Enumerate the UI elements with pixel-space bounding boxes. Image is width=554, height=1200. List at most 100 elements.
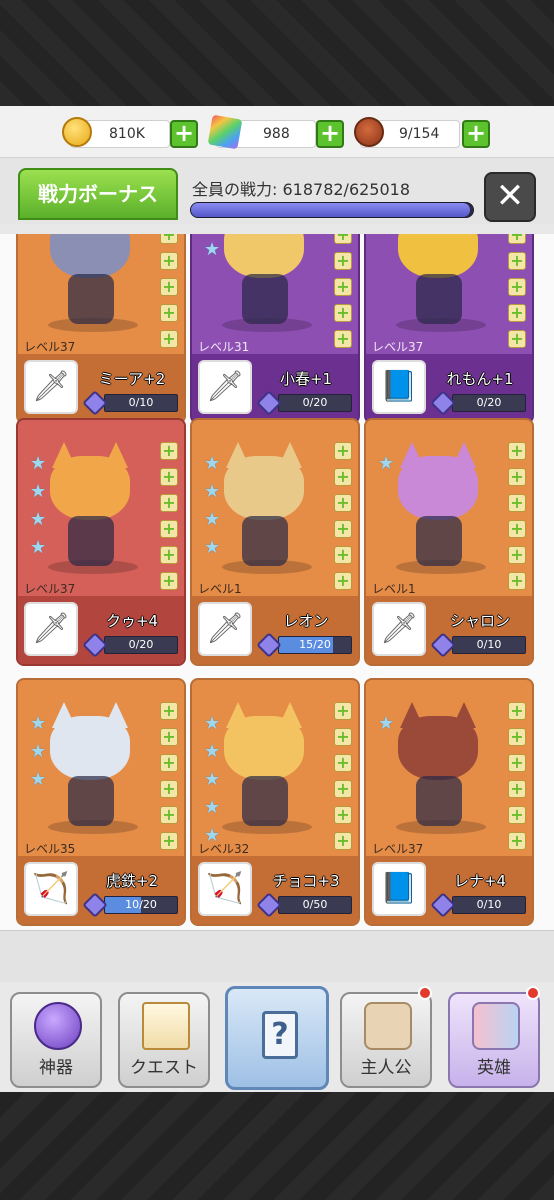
hero-portrait [50,234,130,278]
sword-icon[interactable]: 🗡 [198,360,252,414]
equip-slot-plus-icon[interactable]: + [334,728,352,746]
equip-slot-plus-icon[interactable]: + [508,234,526,244]
equip-slot-plus-icon[interactable]: + [160,234,178,244]
equip-slot-plus-icon[interactable]: + [160,546,178,564]
equip-slot-plus-icon[interactable]: + [508,468,526,486]
hero-level: レベル32 [198,842,250,856]
equip-slots: + + + + + + [334,702,354,858]
shard-progress-text: 10/20 [125,898,157,911]
hero-level: レベル37 [372,340,424,354]
shard-progress-text: 0/50 [302,898,328,911]
hero-card[interactable]: ★ ★ ★ ★ + + + + + + レベル37 🗡 クゥ+4 0/20 [16,418,186,666]
nav-quest-button[interactable]: クエスト [118,992,210,1088]
tab-power-bonus[interactable]: 戦力ボーナス [18,168,178,220]
hero-body [68,776,114,826]
equip-slot-plus-icon[interactable]: + [160,780,178,798]
hero-level: レベル1 [198,582,242,596]
equip-slot-plus-icon[interactable]: + [508,304,526,322]
equip-slot-plus-icon[interactable]: + [508,728,526,746]
equip-slot-plus-icon[interactable]: + [508,754,526,772]
hero-level: レベル37 [372,842,424,856]
equip-slot-plus-icon[interactable]: + [334,234,352,244]
hero-card[interactable]: ★ ★ ★ ★ ★ + + + + + + レベル32 🏹 チョコ+3 0/50 [190,678,360,926]
bow-icon[interactable]: 🏹 [24,862,78,916]
close-button[interactable]: ✕ [484,172,536,222]
equip-slot-plus-icon[interactable]: + [508,520,526,538]
equip-slot-plus-icon[interactable]: + [508,572,526,590]
equip-slot-plus-icon[interactable]: + [334,278,352,296]
equip-slot-plus-icon[interactable]: + [160,806,178,824]
nav-heroes-button[interactable]: 英雄 [448,992,540,1088]
equip-slot-plus-icon[interactable]: + [334,572,352,590]
hero-name: チョコ+3 [272,872,340,890]
star-icon: ★ [204,769,221,790]
hero-portrait [224,234,304,278]
sword-icon[interactable]: 🗡 [372,602,426,656]
equip-slots: + + + + + + [334,442,354,598]
equip-slot-plus-icon[interactable]: + [160,278,178,296]
equip-slot-plus-icon[interactable]: + [508,330,526,348]
equip-slot-plus-icon[interactable]: + [508,494,526,512]
add-food-button[interactable]: + [462,120,490,148]
add-gold-button[interactable]: + [170,120,198,148]
equip-slot-plus-icon[interactable]: + [160,728,178,746]
equip-slots: ++++++ [160,234,180,356]
add-gems-button[interactable]: + [316,120,344,148]
equip-slot-plus-icon[interactable]: + [334,252,352,270]
equip-slot-plus-icon[interactable]: + [508,702,526,720]
equip-slot-plus-icon[interactable]: + [334,546,352,564]
equip-slot-plus-icon[interactable]: + [160,252,178,270]
equip-slot-plus-icon[interactable]: + [160,572,178,590]
hero-card[interactable]: ++++++レベル37🗡ミーア+20/10 [16,234,186,424]
equip-slot-plus-icon[interactable]: + [160,494,178,512]
mystery-box-button[interactable]: ? [225,986,329,1090]
equip-slot-plus-icon[interactable]: + [160,304,178,322]
hero-body [242,274,288,324]
hero-card[interactable]: ★ ★ ★ + + + + + + レベル35 🏹 虎鉄+2 10/20 [16,678,186,926]
equip-slot-plus-icon[interactable]: + [334,520,352,538]
equip-slot-plus-icon[interactable]: + [160,520,178,538]
spellbook-icon[interactable]: 📘 [372,862,426,916]
hero-level: レベル31 [198,340,250,354]
sword-icon[interactable]: 🗡 [198,602,252,656]
equip-slot-plus-icon[interactable]: + [508,442,526,460]
equip-slots: + + + + + + [160,442,180,598]
equip-slot-plus-icon[interactable]: + [160,442,178,460]
equip-slot-plus-icon[interactable]: + [334,330,352,348]
hero-card[interactable]: ★ ★ ★ ★ + + + + + + レベル1 🗡 レオン 15/20 [190,418,360,666]
equip-slot-plus-icon[interactable]: + [160,754,178,772]
equip-slot-plus-icon[interactable]: + [508,832,526,850]
hero-card[interactable]: ★★++++++レベル31🗡小春+10/20 [190,234,360,424]
equip-slot-plus-icon[interactable]: + [160,702,178,720]
equip-slot-plus-icon[interactable]: + [508,780,526,798]
equip-slot-plus-icon[interactable]: + [160,468,178,486]
equip-slot-plus-icon[interactable]: + [160,330,178,348]
equip-slot-plus-icon[interactable]: + [508,278,526,296]
sword-icon[interactable]: 🗡 [24,360,78,414]
shard-progress-text: 15/20 [299,638,331,651]
nav-protagonist-button[interactable]: 主人公 [340,992,432,1088]
spellbook-icon[interactable]: 📘 [372,360,426,414]
sword-icon[interactable]: 🗡 [24,602,78,656]
equip-slot-plus-icon[interactable]: + [334,468,352,486]
hero-card[interactable]: ++++++レベル37📘れもん+10/20 [364,234,534,424]
food-value: 9/154 [399,126,440,142]
equip-slot-plus-icon[interactable]: + [334,832,352,850]
equip-slot-plus-icon[interactable]: + [508,252,526,270]
hero-card[interactable]: ★ + + + + + + レベル1 🗡 シャロン 0/10 [364,418,534,666]
equip-slot-plus-icon[interactable]: + [334,702,352,720]
equip-slots: + + + + + + [508,702,528,858]
nav-artifacts-button[interactable]: 神器 [10,992,102,1088]
equip-slot-plus-icon[interactable]: + [160,832,178,850]
equip-slot-plus-icon[interactable]: + [508,806,526,824]
bow-icon[interactable]: 🏹 [198,862,252,916]
crystal-orb-icon [34,1002,82,1050]
hero-card[interactable]: ★ + + + + + + レベル37 📘 レナ+4 0/10 [364,678,534,926]
equip-slot-plus-icon[interactable]: + [334,754,352,772]
equip-slot-plus-icon[interactable]: + [334,494,352,512]
equip-slot-plus-icon[interactable]: + [334,806,352,824]
equip-slot-plus-icon[interactable]: + [334,442,352,460]
equip-slot-plus-icon[interactable]: + [508,546,526,564]
equip-slot-plus-icon[interactable]: + [334,304,352,322]
equip-slot-plus-icon[interactable]: + [334,780,352,798]
